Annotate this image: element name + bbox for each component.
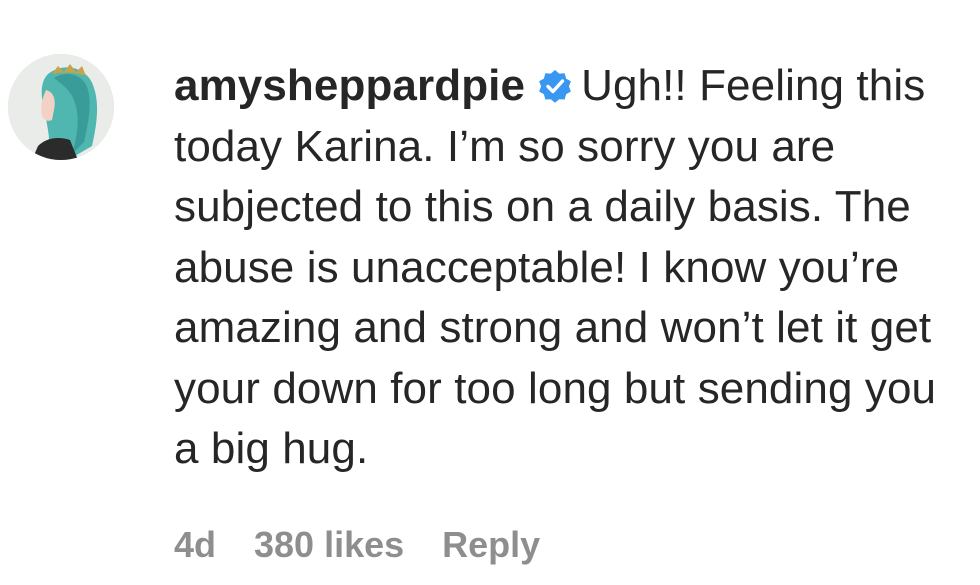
comment-meta: 4d 380 likes Reply [174,524,578,566]
verified-badge-icon [535,62,575,103]
username-link[interactable]: amysheppardpie [174,61,525,110]
likes-count-button[interactable]: 380 likes [254,524,404,565]
comment-timestamp[interactable]: 4d [174,524,216,565]
comment: amysheppardpie Ugh!! Feeling this today … [0,0,980,585]
avatar[interactable] [8,54,114,160]
comment-text: Ugh!! Feeling this today Karina. I’m so … [174,61,937,473]
avatar-image [8,54,114,160]
reply-button[interactable]: Reply [442,524,540,565]
comment-body: amysheppardpie Ugh!! Feeling this today … [174,56,964,480]
